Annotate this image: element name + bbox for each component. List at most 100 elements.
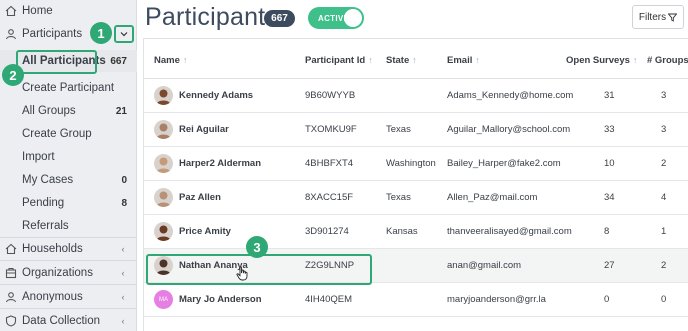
chevron-left-icon: ‹ (121, 292, 125, 302)
participant-email: Bailey_Harper@fake2.com (447, 158, 561, 169)
column-header-state[interactable]: State ↑ (386, 55, 417, 66)
shield-icon (4, 314, 18, 328)
column-header-name[interactable]: Name ↑ (154, 55, 187, 66)
building-icon (4, 266, 18, 280)
avatar: MA (154, 290, 173, 309)
sort-icon: ↑ (182, 55, 188, 65)
open-surveys-count: 10 (604, 158, 615, 169)
participant-email: Adams_Kennedy@home.com (447, 90, 574, 101)
sidebar-subitem-count: 667 (110, 55, 127, 67)
groups-count: 2 (661, 158, 667, 169)
sidebar-subitem-label: Referrals (22, 220, 69, 232)
participants-icon (4, 27, 18, 41)
participant-state: Kansas (386, 226, 418, 237)
user-icon (4, 290, 18, 304)
chevron-left-icon: ‹ (121, 244, 125, 254)
open-surveys-count: 27 (604, 260, 615, 271)
sidebar-divider (0, 284, 137, 285)
chevron-left-icon: ‹ (121, 316, 125, 326)
participant-id: TXOMKU9F (305, 124, 357, 135)
sidebar-item-label: Organizations (22, 267, 93, 279)
sidebar-item-households[interactable]: Households ‹ (0, 238, 137, 260)
chevron-left-icon: ‹ (121, 268, 125, 278)
groups-count: 1 (661, 226, 667, 237)
chevron-down-icon (120, 32, 128, 37)
sidebar-item-anonymous[interactable]: Anonymous ‹ (0, 286, 137, 308)
open-surveys-count: 0 (604, 294, 610, 305)
open-surveys-count: 31 (604, 90, 615, 101)
participant-name[interactable]: Mary Jo Anderson (179, 294, 262, 305)
open-surveys-count: 33 (604, 124, 615, 135)
sidebar-subitem-label: My Cases (22, 174, 74, 186)
participant-id: 8XACC15F (305, 192, 354, 203)
column-header-email[interactable]: Email ↑ (447, 55, 480, 66)
sidebar-item-home[interactable]: Home (0, 0, 137, 22)
sidebar-item-my-cases[interactable]: My Cases 0 (0, 169, 137, 191)
participant-state: Texas (386, 124, 411, 135)
column-header-open-surveys[interactable]: Open Surveys ↑ (566, 55, 637, 66)
sidebar-subitem-count: 21 (115, 105, 127, 117)
sidebar-item-all-groups[interactable]: All Groups 21 (0, 100, 137, 122)
sidebar-subitem-count: 0 (121, 174, 127, 186)
table-row[interactable]: Harper2 Alderman 4BHBFXT4 Washington Bailey… (144, 147, 688, 181)
active-toggle[interactable]: ACTIVE (308, 7, 364, 29)
sort-icon: ↑ (412, 55, 417, 65)
sidebar-subitem-label: Import (22, 151, 55, 163)
sidebar-subitem-label: Create Group (22, 128, 92, 140)
sidebar-subitem-label: Pending (22, 197, 65, 209)
page-title: Participants (145, 3, 279, 31)
participant-name[interactable]: Harper2 Alderman (179, 158, 261, 169)
home-icon (4, 4, 18, 18)
participant-name[interactable]: Kennedy Adams (179, 90, 253, 101)
sidebar-item-data-collection[interactable]: Data Collection ‹ (0, 310, 137, 331)
open-surveys-count: 34 (604, 192, 615, 203)
sidebar-item-create-group[interactable]: Create Group (0, 123, 137, 145)
sidebar-item-organizations[interactable]: Organizations ‹ (0, 262, 137, 284)
sidebar-item-pending[interactable]: Pending 8 (0, 192, 137, 214)
table-row[interactable]: Kennedy Adams 9B60WYYB Adams_Kennedy@home.… (144, 79, 688, 113)
participant-state: Washington (386, 158, 436, 169)
sidebar-item-import[interactable]: Import (0, 146, 137, 168)
table-row[interactable]: Rei Aguilar TXOMKU9F Texas Aguilar_Mallory@… (144, 113, 688, 147)
groups-count: 4 (661, 192, 667, 203)
sidebar-divider (0, 308, 137, 309)
filters-label: Filters (638, 11, 667, 23)
participant-name[interactable]: Paz Allen (179, 192, 221, 203)
sidebar-subitem-label: All Groups (22, 105, 76, 117)
participants-table: Name ↑ Participant Id ↑ State ↑ Email ↑ Open… (143, 38, 688, 331)
sidebar-item-label: Households (22, 243, 83, 255)
participant-id: 3D901274 (305, 226, 349, 237)
filter-icon (668, 13, 678, 22)
filters-button[interactable]: Filters (632, 5, 684, 29)
participant-state: Texas (386, 192, 411, 203)
table-row[interactable]: MA Mary Jo Anderson 4IH40QEM maryjoanderson… (144, 283, 688, 317)
groups-count: 2 (661, 260, 667, 271)
sidebar-item-label: Anonymous (22, 291, 83, 303)
avatar (154, 222, 173, 241)
participant-email: maryjoanderson@grr.la (447, 294, 546, 305)
toggle-knob (344, 9, 362, 27)
sort-icon: ↑ (475, 55, 480, 65)
participant-email: thanveeralisayed@gmail.com (447, 226, 572, 237)
sidebar-item-label: Data Collection (22, 315, 100, 327)
table-row[interactable]: Paz Allen 8XACC15F Texas Allen_Paz@mail.com… (144, 181, 688, 215)
column-header-groups[interactable]: # Groups (647, 55, 688, 66)
avatar (154, 86, 173, 105)
table-row[interactable]: Price Amity 3D901274 Kansas thanveeralisaye… (144, 215, 688, 249)
sidebar-divider (0, 260, 137, 261)
sidebar-subitem-count: 8 (121, 197, 127, 209)
participant-name[interactable]: Price Amity (179, 226, 231, 237)
expand-participants-button[interactable] (114, 25, 134, 43)
nathan-ananya-highlight (146, 254, 372, 285)
sidebar-item-referrals[interactable]: Referrals (0, 215, 137, 237)
participant-name[interactable]: Rei Aguilar (179, 124, 229, 135)
callout-1: 1 (90, 22, 112, 44)
open-surveys-count: 8 (604, 226, 610, 237)
sidebar: Home Participants All Participants 667 C… (0, 0, 137, 331)
sort-icon: ↑ (368, 55, 373, 65)
participant-email: Aguilar_Mallory@school.com (447, 124, 571, 135)
sidebar-item-label: Home (22, 5, 53, 17)
sort-icon: ↑ (632, 55, 638, 65)
home-icon (4, 242, 18, 256)
column-header-participant-id[interactable]: Participant Id ↑ (305, 55, 373, 66)
